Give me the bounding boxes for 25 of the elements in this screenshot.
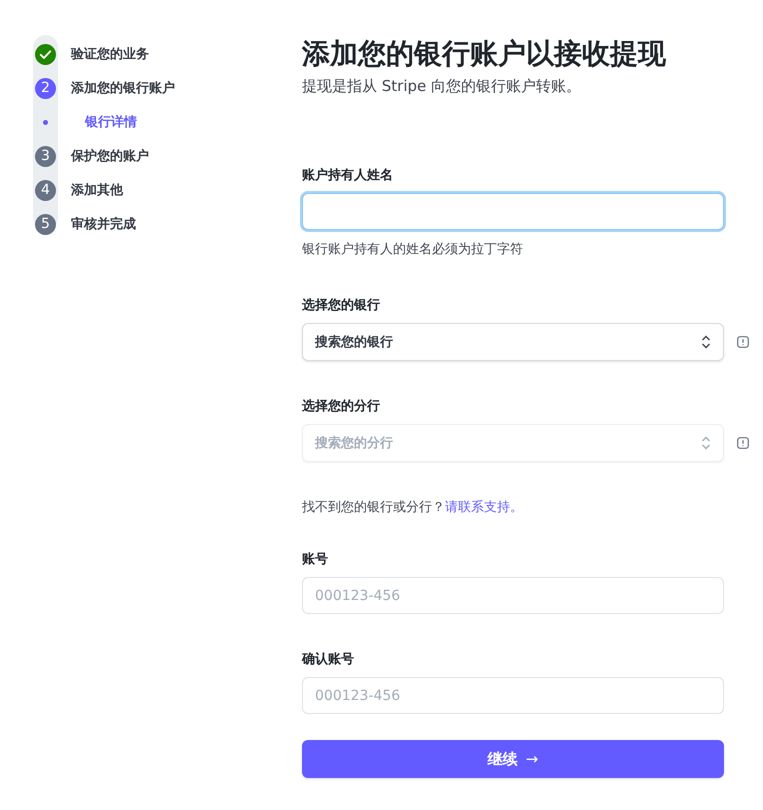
input-field[interactable]	[302, 193, 724, 230]
page-subtitle: 提现是指从 Stripe 向您的银行账户转账。	[302, 77, 582, 96]
input-field[interactable]: 000123-456	[302, 577, 724, 614]
support-link[interactable]: 请联系支持。	[445, 500, 523, 515]
step-label[interactable]: 添加您的银行账户	[71, 79, 175, 97]
help-text: 找不到您的银行或分行？请联系支持。	[302, 499, 524, 516]
field-label: 选择您的分行	[302, 398, 381, 415]
step-label[interactable]: 审核并完成	[71, 215, 136, 233]
field-label: 选择您的银行	[302, 297, 381, 314]
chevron-icon	[701, 435, 711, 451]
page-title: 添加您的银行账户以接收提现	[302, 36, 667, 72]
field-hint: 银行账户持有人的姓名必须为拉丁字符	[302, 241, 524, 258]
substep-link[interactable]: 银行详情	[85, 113, 137, 131]
field-label: 账号	[302, 551, 329, 568]
continue-button[interactable]: 继续 →	[302, 740, 724, 778]
input-field[interactable]: 000123-456	[302, 677, 724, 714]
field-label: 确认账号	[302, 651, 355, 668]
step-label[interactable]: 添加其他	[71, 181, 123, 199]
step-label[interactable]: 保护您的账户	[71, 147, 149, 165]
select-field[interactable]: 搜索您的银行	[302, 323, 724, 361]
chevron-icon	[701, 334, 711, 350]
check-icon	[35, 44, 56, 64]
step-label[interactable]: 验证您的业务	[71, 45, 149, 63]
info-icon[interactable]	[737, 336, 749, 348]
field-label: 账户持有人姓名	[302, 166, 394, 184]
